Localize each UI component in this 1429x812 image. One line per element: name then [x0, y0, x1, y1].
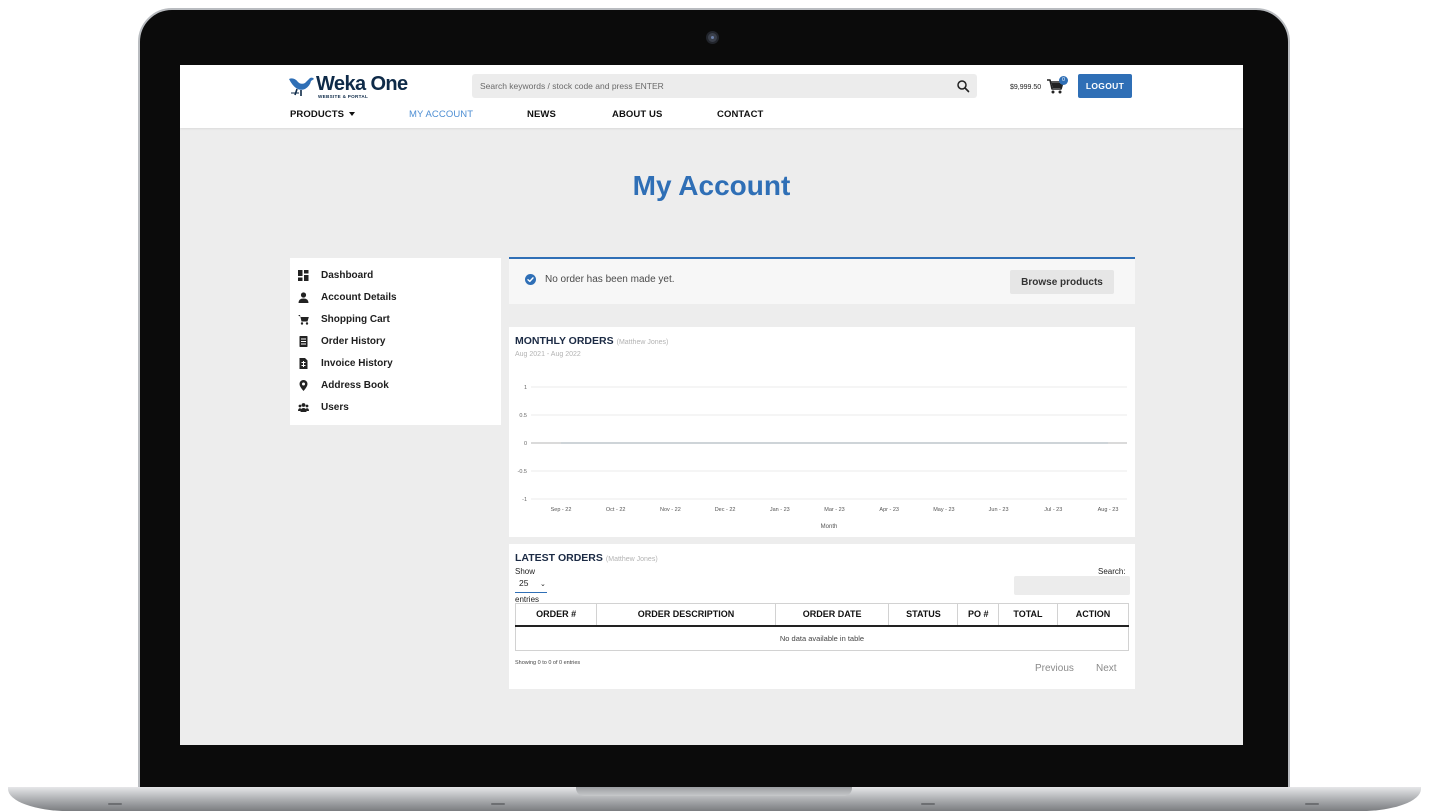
laptop-mockup: Weka One WEBSITE & PORTAL $9,999.50 0 LO…	[0, 0, 1429, 812]
chart-y-tick-label: 0	[524, 441, 527, 447]
latest-orders-user: (Matthew Jones)	[605, 556, 658, 563]
sidebar-item-label: Invoice History	[321, 357, 393, 369]
camera-icon	[706, 31, 719, 44]
column-order-description[interactable]: ORDER DESCRIPTION	[596, 603, 776, 627]
chart-y-tick-label: 0.5	[519, 413, 527, 419]
empty-table-message: No data available in table	[515, 625, 1129, 651]
chart-x-ticks: Sep - 22 Oct - 22 Nov - 22 Dec - 22 Jan - 23…	[551, 507, 1119, 513]
latest-orders-heading: LATEST ORDERS	[515, 552, 603, 564]
chart-x-tick-label: May - 23	[933, 507, 954, 513]
chart-y-tick-label: 1	[524, 385, 527, 391]
sidebar-item-address-book[interactable]: Address Book	[298, 377, 389, 393]
laptop-foot	[1305, 803, 1319, 805]
dashboard-icon	[298, 269, 309, 281]
sidebar-item-label: Users	[321, 401, 349, 413]
chart-x-tick-label: Dec - 22	[715, 507, 736, 513]
monthly-orders-chart: 1 0.5 0 -0.5 -1 Sep - 22 Oct - 22 Nov - 22 Dec …	[518, 385, 1127, 530]
chart-y-tick-label: -0.5	[518, 469, 527, 475]
monthly-orders-panel: MONTHLY ORDERS (Matthew Jones) Aug 2021 -…	[509, 327, 1135, 537]
column-action[interactable]: ACTION	[1056, 603, 1130, 627]
column-order-number[interactable]: ORDER #	[514, 603, 598, 627]
chart-x-tick-label: Oct - 22	[606, 507, 626, 513]
nav-my-account[interactable]: MY ACCOUNT	[409, 109, 473, 120]
table-row: No data available in table	[515, 625, 1129, 651]
chart-x-axis-label: Month	[821, 524, 838, 530]
nav-products-label: PRODUCTS	[290, 109, 345, 120]
chart-x-tick-label: Jul - 23	[1044, 507, 1062, 513]
sidebar-item-users[interactable]: Users	[298, 399, 349, 415]
chart-x-tick-label: Mar - 23	[824, 507, 844, 513]
document-icon	[299, 335, 308, 347]
table-search-input[interactable]	[1014, 576, 1130, 595]
column-total[interactable]: TOTAL	[998, 603, 1058, 627]
chart-x-tick-label: Nov - 22	[660, 507, 681, 513]
chart-y-tick-label: -1	[522, 497, 527, 503]
sidebar-item-label: Order History	[321, 335, 386, 347]
column-order-date[interactable]: ORDER DATE	[774, 603, 890, 627]
laptop-foot	[108, 803, 122, 805]
chart-x-tick-label: Jun - 23	[989, 507, 1009, 513]
page-title: My Account	[632, 170, 791, 201]
no-orders-notice: No order has been made yet. Browse produ…	[509, 257, 1135, 304]
map-pin-icon	[299, 379, 308, 391]
user-icon	[298, 291, 309, 303]
brand-name: Weka One	[316, 73, 408, 95]
site-search	[472, 74, 977, 98]
pagination-previous[interactable]: Previous	[1035, 663, 1074, 674]
chart-y-ticks: 1 0.5 0 -0.5 -1	[518, 385, 527, 503]
sidebar-item-label: Account Details	[321, 291, 397, 303]
sidebar-item-order-history[interactable]: Order History	[298, 333, 385, 349]
users-icon	[298, 402, 309, 412]
latest-orders-panel: LATEST ORDERS (Matthew Jones) Show 25 ⌄ en…	[509, 544, 1135, 689]
chevron-down-icon: ⌄	[540, 581, 546, 588]
sidebar-item-label: Dashboard	[321, 269, 374, 281]
sidebar-item-dashboard[interactable]: Dashboard	[298, 267, 373, 283]
laptop-foot	[921, 803, 935, 805]
search-input[interactable]	[472, 74, 942, 98]
table-search-label: Search:	[1098, 567, 1126, 576]
show-label: Show	[515, 567, 536, 576]
nav-about-us[interactable]: ABOUT US	[612, 109, 662, 120]
page-size-value: 25	[519, 578, 529, 588]
cart-icon	[298, 314, 309, 325]
chart-x-tick-label: Apr - 23	[879, 507, 899, 513]
chart-x-tick-label: Sep - 22	[551, 507, 572, 513]
sidebar-item-label: Address Book	[321, 379, 389, 391]
sidebar-item-shopping-cart[interactable]: Shopping Cart	[298, 311, 390, 327]
latest-orders-title: LATEST ORDERS (Matthew Jones)	[515, 552, 658, 564]
search-icon[interactable]	[956, 79, 970, 93]
column-po-number[interactable]: PO #	[957, 603, 1000, 627]
cart-total: $9,999.50	[1010, 84, 1042, 91]
brand-tagline: WEBSITE & PORTAL	[318, 94, 369, 99]
orders-table: ORDER # ORDER DESCRIPTION ORDER DATE STA…	[514, 603, 1130, 651]
laptop-foot	[491, 803, 505, 805]
check-circle-icon	[525, 274, 536, 285]
account-sidebar: Dashboard Account Details Shopping Cart …	[290, 258, 501, 425]
notice-text: No order has been made yet.	[545, 274, 675, 285]
nav-news[interactable]: NEWS	[527, 109, 556, 120]
chart-x-tick-label: Aug - 23	[1098, 507, 1119, 513]
nav-contact[interactable]: CONTACT	[717, 109, 763, 120]
nav-products[interactable]: PRODUCTS	[290, 109, 356, 120]
sidebar-item-invoice-history[interactable]: Invoice History	[298, 355, 393, 371]
brand-logo[interactable]: Weka One WEBSITE & PORTAL	[288, 73, 413, 101]
browse-products-button[interactable]: Browse products	[1010, 270, 1114, 294]
invoice-icon	[299, 357, 308, 369]
pagination-next[interactable]: Next	[1096, 663, 1117, 674]
sidebar-item-account-details[interactable]: Account Details	[298, 289, 397, 305]
logout-button[interactable]: LOGOUT	[1078, 74, 1132, 98]
column-status[interactable]: STATUS	[888, 603, 959, 627]
table-header-row: ORDER # ORDER DESCRIPTION ORDER DATE STA…	[514, 603, 1130, 627]
page-size-select[interactable]: 25 ⌄	[515, 578, 547, 593]
weka-bird-icon	[289, 77, 314, 96]
entries-info: Showing 0 to 0 of 0 entries	[515, 660, 581, 666]
screen: Weka One WEBSITE & PORTAL $9,999.50 0 LO…	[180, 65, 1243, 745]
cart-count-badge: 0	[1059, 76, 1068, 85]
site-header: Weka One WEBSITE & PORTAL $9,999.50 0 LO…	[180, 65, 1243, 128]
caret-down-icon	[349, 112, 356, 116]
chart-x-tick-label: Jan - 23	[770, 507, 790, 513]
laptop-notch	[576, 787, 852, 796]
sidebar-item-label: Shopping Cart	[321, 313, 390, 325]
